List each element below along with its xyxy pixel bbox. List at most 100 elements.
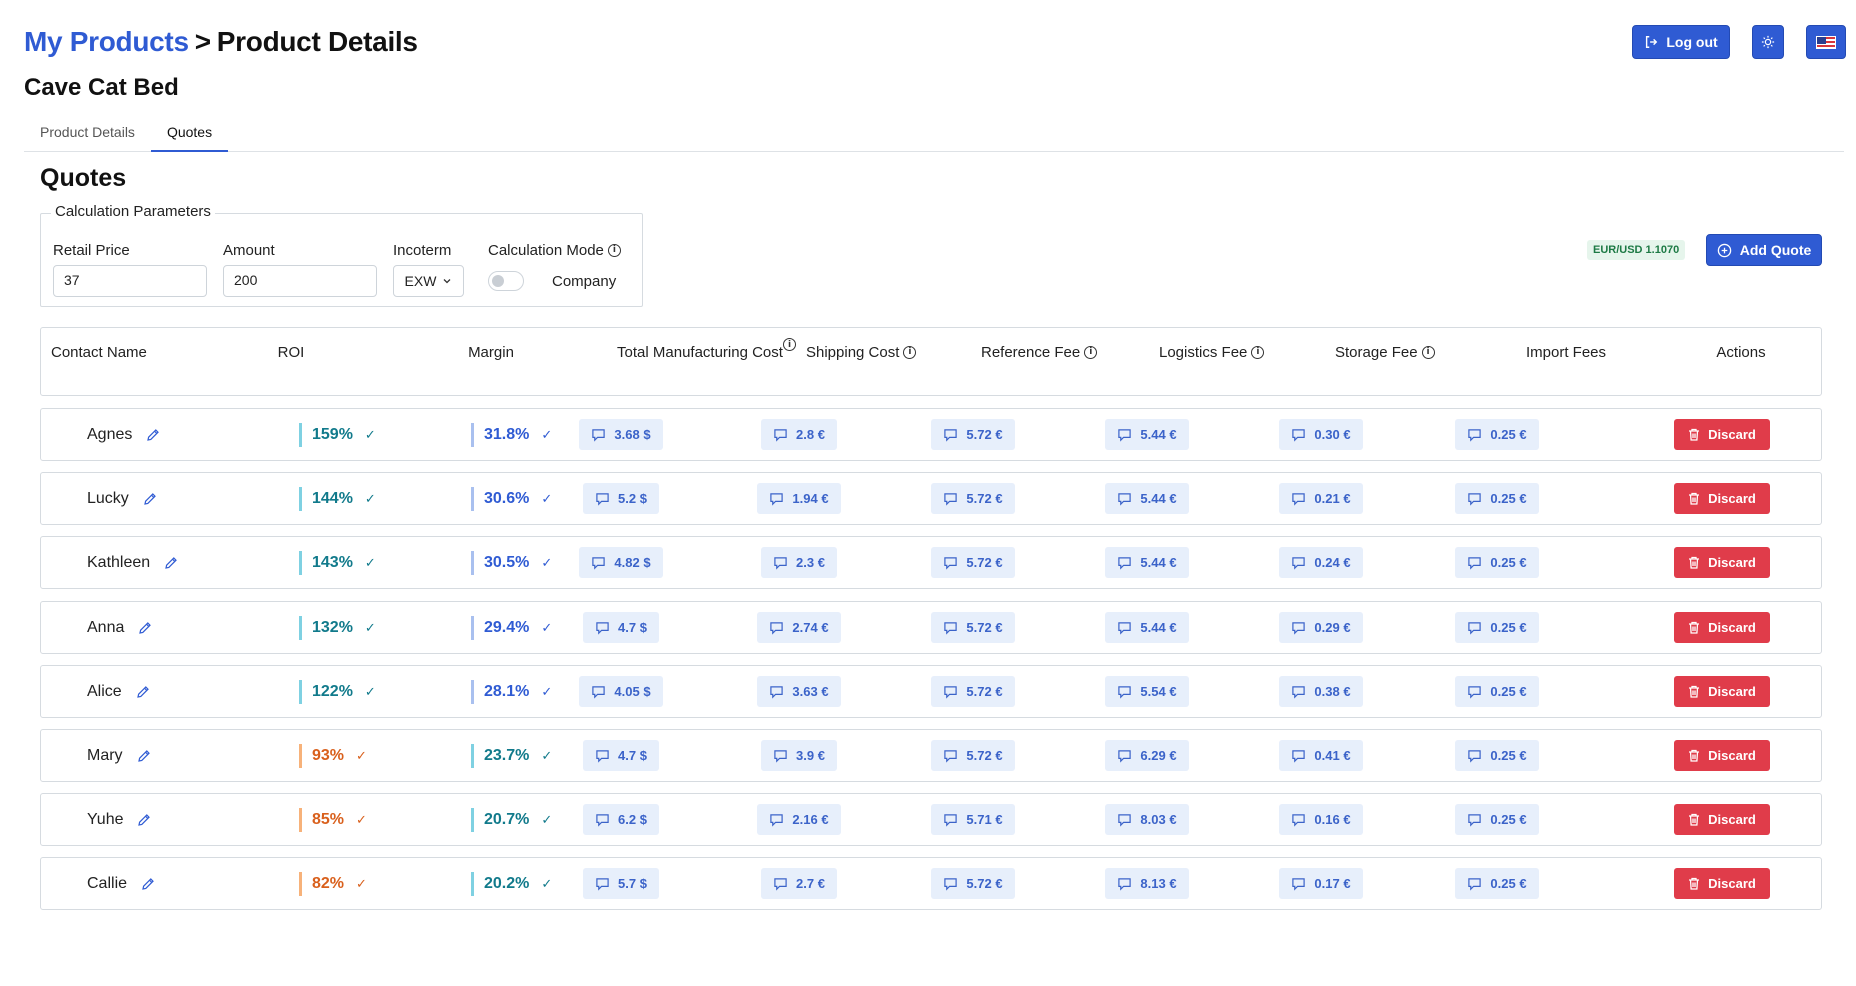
pencil-icon[interactable] xyxy=(137,813,151,827)
pencil-icon[interactable] xyxy=(137,749,151,763)
import-value: 0.25 € xyxy=(1490,748,1527,763)
reference-fee-pill[interactable]: 5.72 € xyxy=(931,868,1015,899)
shipping-fee-pill[interactable]: 3.9 € xyxy=(761,740,837,771)
logistics-fee-pill[interactable]: 8.03 € xyxy=(1105,804,1189,835)
discard-button[interactable]: Discard xyxy=(1674,676,1770,707)
tab-product-details[interactable]: Product Details xyxy=(24,118,151,152)
info-icon[interactable]: i xyxy=(1251,345,1265,359)
discard-button[interactable]: Discard xyxy=(1674,612,1770,643)
import-fee-pill[interactable]: 0.25 € xyxy=(1455,740,1539,771)
shipping-value: 2.16 € xyxy=(792,812,829,827)
reference-fee-pill[interactable]: 5.71 € xyxy=(931,804,1015,835)
roi-value-wrap: 122% ✓ xyxy=(299,679,376,704)
discard-button[interactable]: Discard xyxy=(1674,868,1770,899)
storage-value: 0.29 € xyxy=(1314,620,1351,635)
storage-fee-pill[interactable]: 0.29 € xyxy=(1279,612,1363,643)
reference-fee-pill[interactable]: 5.72 € xyxy=(931,547,1015,578)
roi-value: 93% xyxy=(312,746,345,764)
import-fee-pill[interactable]: 0.25 € xyxy=(1455,868,1539,899)
storage-fee-pill[interactable]: 0.38 € xyxy=(1279,676,1363,707)
pencil-icon[interactable] xyxy=(136,685,150,699)
shipping-fee-pill[interactable]: 2.16 € xyxy=(757,804,841,835)
storage-fee-pill[interactable]: 0.21 € xyxy=(1279,483,1363,514)
pencil-icon[interactable] xyxy=(146,428,160,442)
comment-icon xyxy=(769,621,784,635)
import-cell: 0.25 € xyxy=(1387,409,1607,460)
discard-button[interactable]: Discard xyxy=(1674,483,1770,514)
contact-cell: Mary xyxy=(87,730,151,781)
total-fee-pill[interactable]: 3.68 $ xyxy=(579,419,663,450)
logistics-fee-pill[interactable]: 6.29 € xyxy=(1105,740,1189,771)
shipping-fee-pill[interactable]: 2.3 € xyxy=(761,547,837,578)
total-fee-pill[interactable]: 4.82 $ xyxy=(579,547,663,578)
shipping-fee-pill[interactable]: 3.63 € xyxy=(757,676,841,707)
import-fee-pill[interactable]: 0.25 € xyxy=(1455,804,1539,835)
storage-fee-pill[interactable]: 0.41 € xyxy=(1279,740,1363,771)
storage-fee-pill[interactable]: 0.16 € xyxy=(1279,804,1363,835)
breadcrumb-current: Product Details xyxy=(216,26,418,57)
total-fee-pill[interactable]: 5.7 $ xyxy=(583,868,659,899)
roi-value: 143% xyxy=(312,553,353,571)
import-fee-pill[interactable]: 0.25 € xyxy=(1455,547,1539,578)
storage-fee-pill[interactable]: 0.24 € xyxy=(1279,547,1363,578)
reference-fee-pill[interactable]: 5.72 € xyxy=(931,612,1015,643)
theme-toggle-button[interactable] xyxy=(1752,25,1784,59)
pencil-icon[interactable] xyxy=(143,492,157,506)
table-row: Alice 122% ✓ 28.1% ✓ 4.05 $ 3.63 € 5.72 … xyxy=(40,665,1822,718)
total-fee-pill[interactable]: 5.2 $ xyxy=(583,483,659,514)
reference-fee-pill[interactable]: 5.72 € xyxy=(931,740,1015,771)
info-icon[interactable]: i xyxy=(1421,345,1435,359)
exchange-rate-badge: EUR/USD 1.1070 xyxy=(1587,240,1686,260)
logout-button[interactable]: Log out xyxy=(1632,25,1730,59)
import-fee-pill[interactable]: 0.25 € xyxy=(1455,419,1539,450)
reference-fee-pill[interactable]: 5.72 € xyxy=(931,419,1015,450)
discard-button[interactable]: Discard xyxy=(1674,740,1770,771)
info-icon[interactable]: i xyxy=(783,338,796,351)
actions-cell: Discard xyxy=(1674,473,1770,524)
total-value: 4.7 $ xyxy=(618,620,647,635)
discard-button[interactable]: Discard xyxy=(1674,804,1770,835)
logistics-fee-pill[interactable]: 5.44 € xyxy=(1105,419,1189,450)
pencil-icon[interactable] xyxy=(164,556,178,570)
logistics-fee-pill[interactable]: 5.54 € xyxy=(1105,676,1189,707)
calc-mode-toggle[interactable] xyxy=(488,271,524,291)
import-fee-pill[interactable]: 0.25 € xyxy=(1455,612,1539,643)
storage-fee-pill[interactable]: 0.30 € xyxy=(1279,419,1363,450)
discard-button[interactable]: Discard xyxy=(1674,419,1770,450)
amount-input[interactable]: 200 xyxy=(223,265,377,297)
total-fee-pill[interactable]: 4.7 $ xyxy=(583,740,659,771)
discard-button[interactable]: Discard xyxy=(1674,547,1770,578)
storage-fee-pill[interactable]: 0.17 € xyxy=(1279,868,1363,899)
import-value: 0.25 € xyxy=(1490,684,1527,699)
import-fee-pill[interactable]: 0.25 € xyxy=(1455,676,1539,707)
info-icon[interactable]: i xyxy=(607,243,621,257)
incoterm-select[interactable]: EXW xyxy=(393,265,464,297)
shipping-fee-pill[interactable]: 2.8 € xyxy=(761,419,837,450)
logistics-fee-pill[interactable]: 5.44 € xyxy=(1105,483,1189,514)
logistics-fee-pill[interactable]: 8.13 € xyxy=(1105,868,1189,899)
shipping-value: 2.74 € xyxy=(792,620,829,635)
total-fee-pill[interactable]: 6.2 $ xyxy=(583,804,659,835)
logistics-fee-pill[interactable]: 5.44 € xyxy=(1105,547,1189,578)
shipping-fee-pill[interactable]: 1.94 € xyxy=(757,483,841,514)
tab-quotes[interactable]: Quotes xyxy=(150,118,229,152)
total-fee-pill[interactable]: 4.7 $ xyxy=(583,612,659,643)
retail-price-input[interactable]: 37 xyxy=(53,265,207,297)
column-header-storage: Storage Fee xyxy=(1335,344,1418,361)
reference-fee-pill[interactable]: 5.72 € xyxy=(931,483,1015,514)
total-fee-pill[interactable]: 4.05 $ xyxy=(579,676,663,707)
pencil-icon[interactable] xyxy=(138,621,152,635)
shipping-fee-pill[interactable]: 2.74 € xyxy=(757,612,841,643)
reference-fee-pill[interactable]: 5.72 € xyxy=(931,676,1015,707)
pencil-icon[interactable] xyxy=(141,877,155,891)
discard-label: Discard xyxy=(1708,812,1756,827)
breadcrumb-link-my-products[interactable]: My Products xyxy=(24,26,189,57)
info-icon[interactable]: i xyxy=(903,345,917,359)
import-fee-pill[interactable]: 0.25 € xyxy=(1455,483,1539,514)
shipping-fee-pill[interactable]: 2.7 € xyxy=(761,868,837,899)
total-value: 4.7 $ xyxy=(618,748,647,763)
add-quote-button[interactable]: Add Quote xyxy=(1706,234,1822,266)
language-button[interactable] xyxy=(1806,25,1846,59)
logistics-fee-pill[interactable]: 5.44 € xyxy=(1105,612,1189,643)
info-icon[interactable]: i xyxy=(1084,345,1098,359)
